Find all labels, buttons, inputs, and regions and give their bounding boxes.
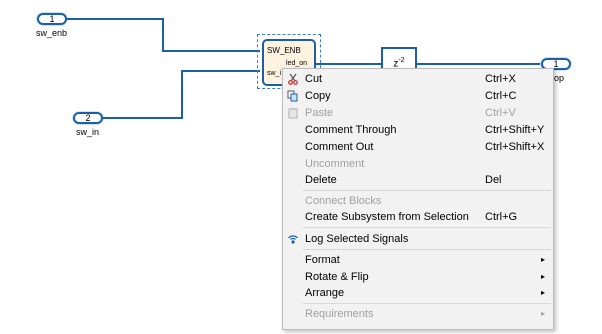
menu-item-label: Log Selected Signals (305, 233, 409, 245)
menu-item-copy[interactable]: Copy Ctrl+C (283, 88, 553, 104)
inport-sw-in[interactable]: 2 (73, 112, 103, 124)
menu-item-format[interactable]: Format ▸ (283, 252, 553, 268)
menu-item-label: Comment Through (305, 124, 397, 136)
menu-item-connect-blocks[interactable]: Connect Blocks (283, 193, 553, 209)
scissors-icon (288, 73, 298, 85)
signal-line[interactable] (417, 63, 543, 65)
menu-item-uncomment[interactable]: Uncomment (283, 156, 553, 172)
menu-item-shortcut: Ctrl+G (485, 211, 518, 223)
copy-icon (287, 90, 298, 102)
menu-item-label: Uncomment (305, 158, 365, 170)
menu-item-label: Comment Out (305, 141, 374, 153)
subsystem-input-port: sw_i (267, 70, 282, 77)
menu-item-label: Rotate & Flip (305, 271, 369, 283)
inport-number: 2 (85, 113, 91, 123)
menu-separator (303, 190, 551, 191)
signal-line[interactable] (162, 18, 164, 52)
menu-item-cut[interactable]: Cut Ctrl+X (283, 71, 553, 87)
submenu-arrow-icon: ▸ (541, 272, 546, 281)
outport-number: 1 (553, 59, 559, 69)
menu-item-paste[interactable]: Paste Ctrl+V (283, 105, 553, 121)
paste-icon (288, 108, 298, 119)
menu-item-shortcut: Ctrl+X (485, 73, 516, 85)
menu-item-delete[interactable]: Delete Del (283, 172, 553, 188)
menu-separator (303, 227, 551, 228)
menu-item-shortcut: Ctrl+Shift+X (485, 141, 545, 153)
menu-item-arrange[interactable]: Arrange ▸ (283, 285, 553, 301)
subsystem-title: SW_ENB (267, 46, 301, 55)
inport-label: sw_enb (36, 28, 68, 38)
menu-item-shortcut: Ctrl+V (485, 107, 516, 119)
menu-item-label: Cut (305, 73, 323, 85)
menu-item-comment-through[interactable]: Comment Through Ctrl+Shift+Y (283, 122, 553, 138)
menu-item-label: Format (305, 254, 340, 266)
context-menu: Cut Ctrl+X Copy Ctrl+C Paste Ctrl+V Comm… (282, 68, 554, 330)
submenu-arrow-icon: ▸ (541, 255, 546, 264)
signal-line[interactable] (162, 50, 260, 52)
menu-item-label: Delete (305, 174, 337, 186)
signal-line[interactable] (103, 117, 183, 119)
menu-separator (303, 249, 551, 250)
menu-item-label: Connect Blocks (305, 195, 382, 207)
signal-line[interactable] (181, 70, 260, 72)
menu-item-label: Paste (305, 107, 334, 119)
inport-number: 1 (49, 14, 55, 24)
menu-item-requirements[interactable]: Requirements ▸ (283, 306, 553, 322)
menu-item-shortcut: Ctrl+C (485, 90, 517, 102)
signal-logging-icon (288, 235, 298, 244)
submenu-arrow-icon: ▸ (541, 288, 546, 297)
menu-item-label: Arrange (305, 287, 345, 299)
inport-label: sw_in (76, 127, 100, 137)
subsystem-output-port: led_on (286, 60, 308, 67)
signal-line[interactable] (181, 70, 183, 119)
menu-item-label: Requirements (305, 308, 374, 320)
menu-separator (303, 303, 551, 304)
menu-item-shortcut: Ctrl+Shift+Y (485, 124, 545, 136)
menu-item-comment-out[interactable]: Comment Out Ctrl+Shift+X (283, 139, 553, 155)
signal-line[interactable] (316, 63, 381, 65)
signal-line[interactable] (67, 18, 164, 20)
menu-item-label: Copy (305, 90, 331, 102)
outport-label: op (554, 73, 565, 83)
inport-sw-enb[interactable]: 1 (37, 13, 67, 25)
menu-item-shortcut: Del (485, 174, 502, 186)
menu-item-create-subsystem[interactable]: Create Subsystem from Selection Ctrl+G (283, 209, 553, 225)
menu-item-log-signals[interactable]: Log Selected Signals (283, 231, 553, 247)
delay-exponent: -2 (398, 57, 405, 64)
submenu-arrow-icon: ▸ (541, 309, 546, 318)
menu-item-rotate-flip[interactable]: Rotate & Flip ▸ (283, 269, 553, 285)
menu-item-label: Create Subsystem from Selection (305, 211, 469, 223)
model-canvas[interactable]: 1 sw_enb 2 sw_in SW_ENB led_on sw_i z-2 … (0, 0, 602, 334)
